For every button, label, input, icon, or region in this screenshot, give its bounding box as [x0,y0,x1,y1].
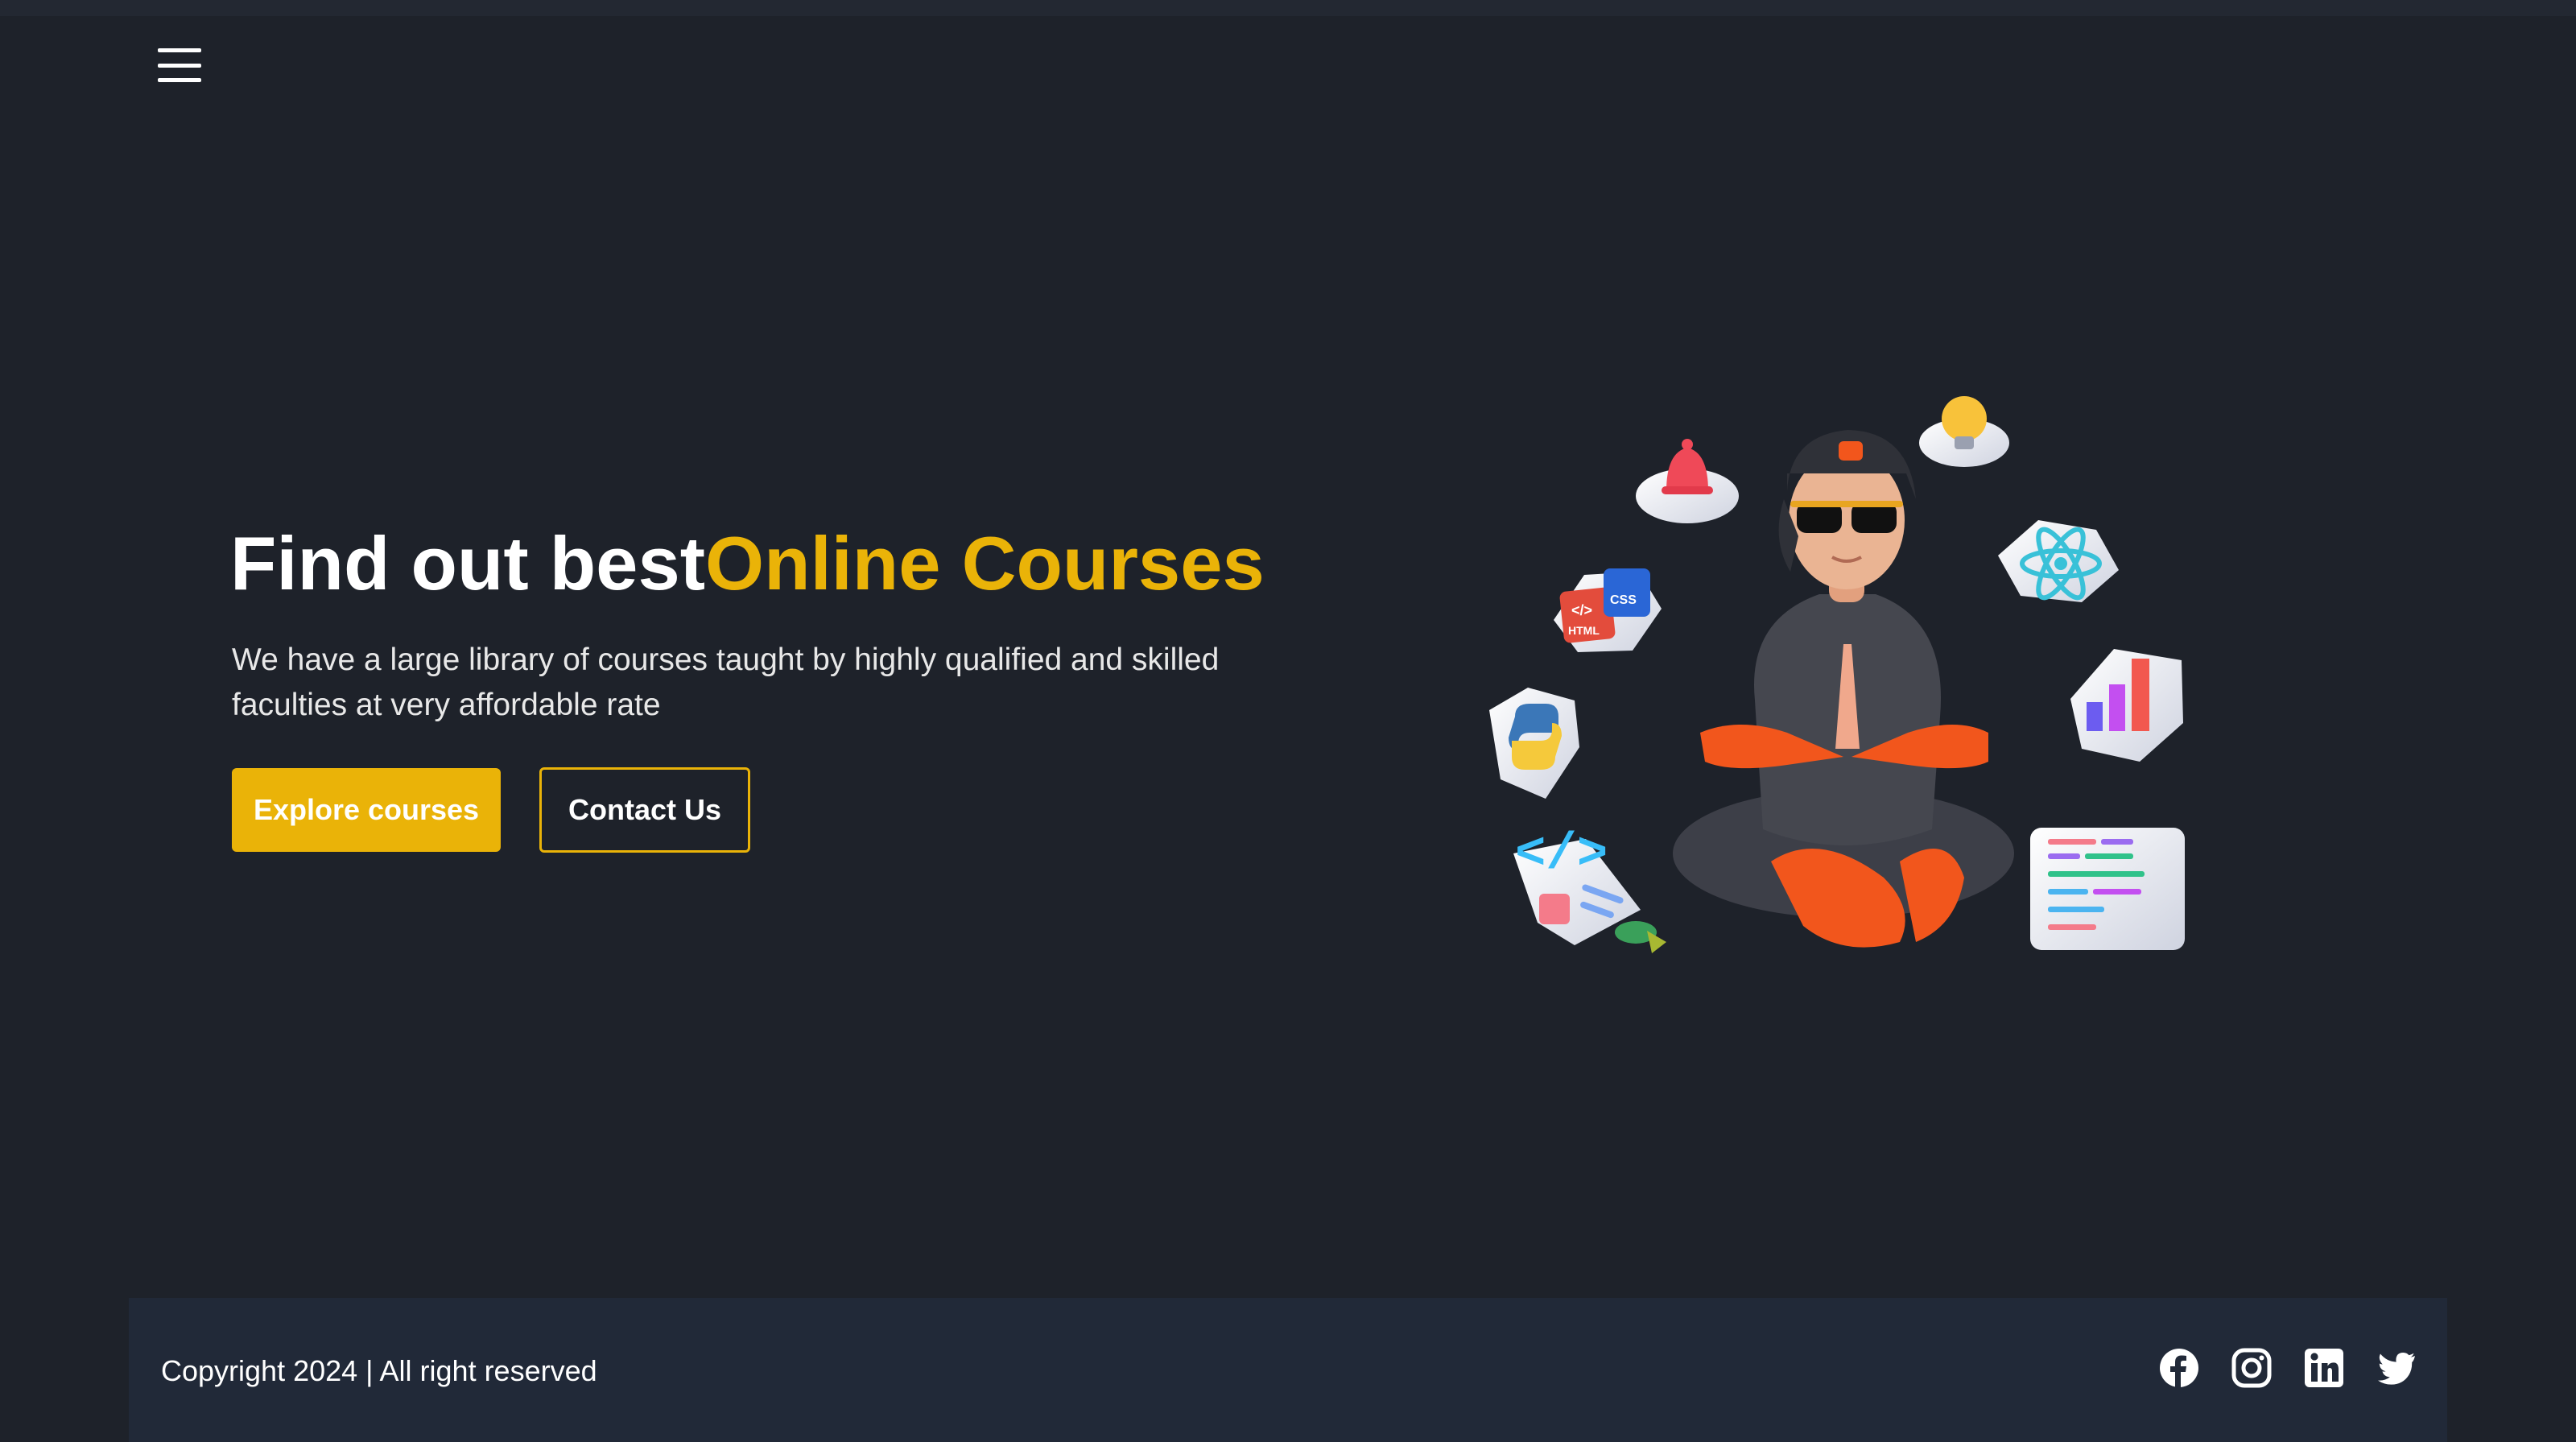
top-strip [0,0,2576,16]
hero-illustration: </> HTML CSS </> [1489,396,2185,953]
python-icon [1489,688,1579,799]
contact-us-button[interactable]: Contact Us [539,767,750,853]
lightbulb-icon [1919,396,2009,467]
menu-line [158,63,201,68]
html-css-icon: </> HTML CSS [1554,568,1662,652]
bell-icon [1636,439,1739,523]
hero-title-plain: Find out best [230,521,706,605]
react-icon [1998,520,2119,602]
css-badge-text: CSS [1610,593,1637,607]
social-links [2159,1348,2417,1388]
html-badge-text: HTML [1568,624,1600,637]
hero-description: We have a large library of courses taugh… [232,642,1220,722]
svg-text:</>: </> [1515,826,1608,884]
copyright-text: Copyright 2024 | All right reserved [161,1354,597,1387]
code-snippet-icon [2030,828,2185,950]
code-editor-icon: </> [1513,826,1666,953]
menu-line [158,48,201,52]
menu-line [158,78,201,82]
linkedin-icon[interactable] [2304,1348,2344,1388]
bar-chart-icon [2070,649,2183,762]
facebook-icon[interactable] [2159,1348,2199,1388]
hero-title-accent: Online Courses [705,521,1265,605]
hamburger-menu-icon[interactable] [158,48,201,82]
instagram-icon[interactable] [2231,1348,2272,1388]
footer: Copyright 2024 | All right reserved [129,1298,2447,1442]
svg-text:</>: </> [1571,602,1592,618]
hero-title: Find out bestOnline Courses [230,515,1265,612]
explore-courses-button[interactable]: Explore courses [232,768,501,852]
twitter-icon[interactable] [2376,1348,2417,1388]
